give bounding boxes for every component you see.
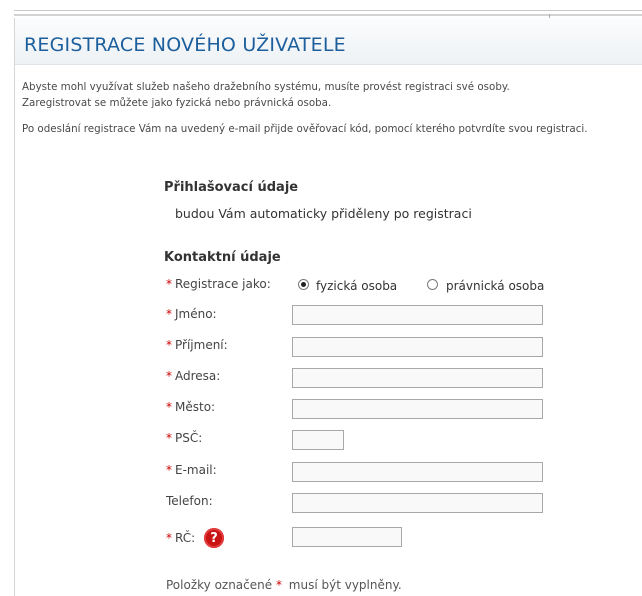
contact-section-heading: Kontaktní údaje	[164, 250, 281, 265]
address-input[interactable]	[292, 368, 543, 388]
email-input[interactable]	[292, 462, 543, 482]
city-input[interactable]	[292, 399, 543, 419]
first-name-label: * Jméno:	[166, 307, 217, 321]
address-label: * Adresa:	[166, 369, 221, 383]
page-title: REGISTRACE NOVÉHO UŽIVATELE	[24, 34, 346, 56]
top-divider-thick	[14, 14, 642, 16]
required-fields-note: Položky označené * musí být vyplněny.	[166, 578, 402, 592]
intro-text-line-1: Abyste mohl využívat služeb našeho draže…	[22, 81, 510, 93]
birth-number-input[interactable]	[292, 527, 402, 547]
question-icon[interactable]: ?	[204, 528, 224, 548]
required-marker: *	[166, 277, 172, 291]
required-marker: *	[275, 578, 282, 592]
phone-label: Telefon:	[166, 494, 213, 508]
required-marker: *	[166, 307, 172, 321]
radio-selected-dot	[301, 282, 306, 287]
content-left-border	[14, 18, 15, 596]
required-marker: *	[166, 463, 172, 477]
first-name-input[interactable]	[292, 305, 543, 325]
phone-input[interactable]	[292, 493, 543, 513]
login-section-heading: Přihlašovací údaje	[164, 180, 299, 195]
required-marker: *	[166, 369, 172, 383]
radio-label-fyzicka-osoba[interactable]: fyzická osoba	[316, 279, 397, 293]
radio-label-pravnicka-osoba[interactable]: právnická osoba	[446, 279, 544, 293]
last-name-label: * Příjmení:	[166, 338, 228, 352]
top-divider	[14, 10, 642, 11]
city-label: * Město:	[166, 400, 216, 414]
zip-input[interactable]	[292, 430, 344, 450]
registration-type-label: * Registrace jako:	[166, 277, 271, 291]
login-section-note: budou Vám automaticky přiděleny po regis…	[175, 206, 472, 221]
required-marker: *	[166, 338, 172, 352]
required-marker: *	[166, 531, 172, 545]
radio-fyzicka-osoba[interactable]	[298, 279, 309, 290]
last-name-input[interactable]	[292, 337, 543, 357]
required-marker: *	[166, 431, 172, 445]
birth-number-label: * RČ:	[166, 531, 196, 545]
verification-note: Po odeslání registrace Vám na uvedený e-…	[22, 123, 588, 135]
intro-text-line-2: Zaregistrovat se můžete jako fyzická neb…	[22, 97, 332, 109]
email-label: * E-mail:	[166, 463, 217, 477]
radio-pravnicka-osoba[interactable]	[427, 279, 438, 290]
required-marker: *	[166, 400, 172, 414]
zip-label: * PSČ:	[166, 431, 203, 445]
